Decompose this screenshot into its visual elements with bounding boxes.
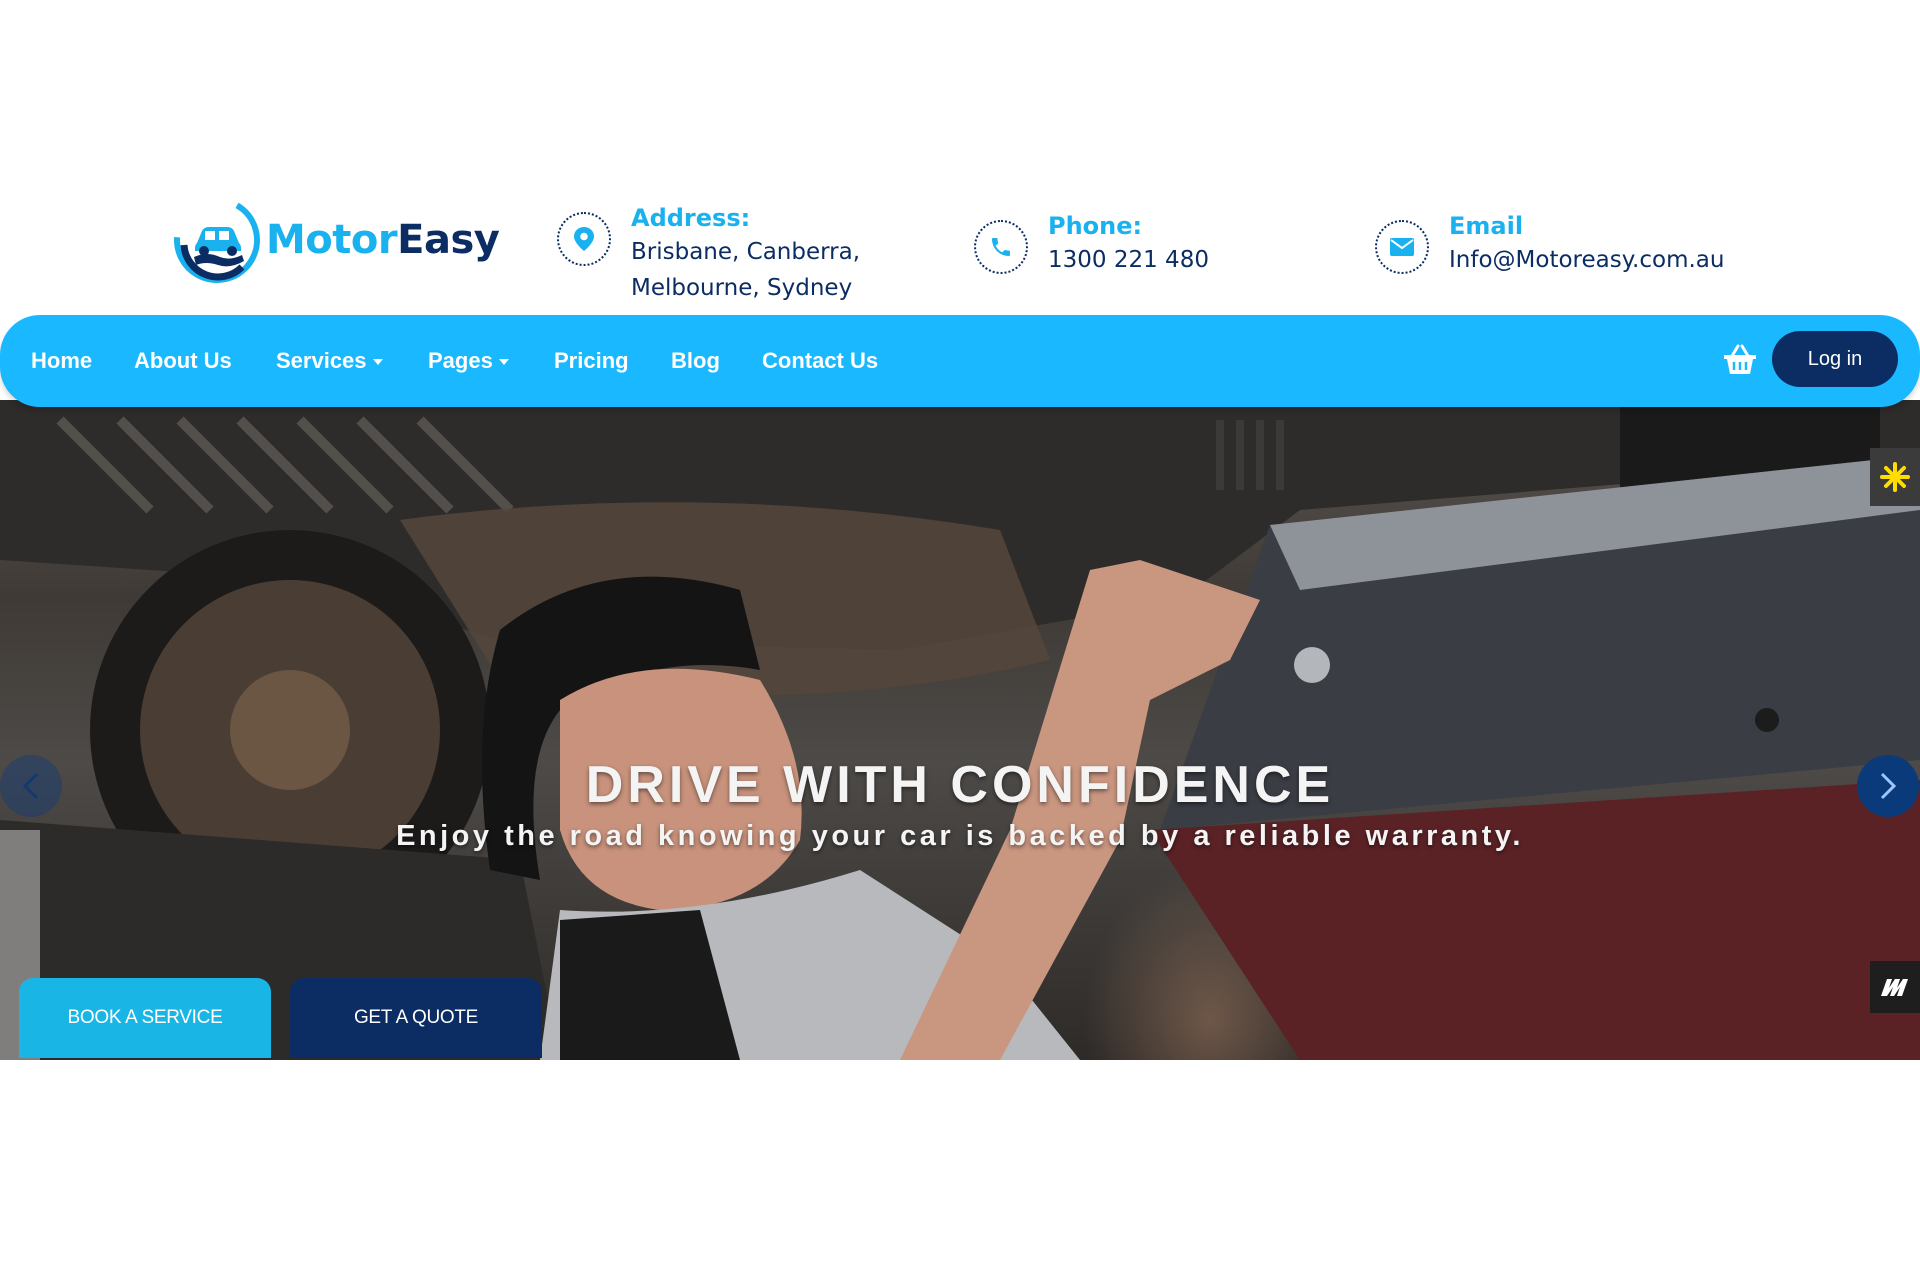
address-title: Address:: [631, 204, 751, 232]
envelope-icon: [1390, 238, 1414, 256]
address-line-2: Melbourne, Sydney: [631, 275, 853, 301]
email-icon-ring: [1375, 220, 1429, 274]
mechanic-under-car-image: [0, 400, 1920, 1060]
chevron-left-icon: [22, 772, 39, 800]
asterisk-icon: [1880, 462, 1910, 492]
carousel-prev-button[interactable]: [0, 755, 62, 817]
brand-name-part1: Motor: [266, 217, 398, 263]
nav-about-us[interactable]: About Us: [134, 315, 232, 407]
hero-headline: DRIVE WITH CONFIDENCE: [585, 756, 1335, 814]
brand-name: MotorEasy: [266, 217, 500, 263]
nav-pages-label: Pages: [428, 348, 493, 373]
chevron-right-icon: [1880, 772, 1897, 800]
main-navbar: Home About Us Services Pages Pricing Blo…: [0, 315, 1920, 407]
accessibility-widget-button[interactable]: [1870, 448, 1920, 506]
chat-widget-button[interactable]: [1870, 961, 1920, 1013]
car-logo-icon: [174, 197, 260, 283]
hero-banner: DRIVE WITH CONFIDENCE Enjoy the road kno…: [0, 400, 1920, 1060]
nav-contact-us[interactable]: Contact Us: [762, 315, 878, 407]
phone-info: Phone: 1300 221 480: [974, 210, 1209, 278]
caret-down-icon: [372, 359, 383, 366]
caret-down-icon: [498, 359, 509, 366]
nav-blog[interactable]: Blog: [671, 315, 720, 407]
phone-icon-ring: [974, 220, 1028, 274]
email-info: Email Info@Motoreasy.com.au: [1375, 210, 1724, 278]
address-icon-ring: [557, 212, 611, 266]
address-info: Address: Brisbane, Canberra, Melbourne, …: [557, 202, 860, 306]
phone-title: Phone:: [1048, 212, 1143, 240]
top-header: MotorEasy Address: Brisbane, Canberra, M…: [0, 180, 1920, 315]
book-service-button[interactable]: BOOK A SERVICE: [19, 978, 271, 1058]
login-button[interactable]: Log in: [1772, 331, 1898, 387]
address-line-1: Brisbane, Canberra,: [631, 239, 861, 265]
nav-pages[interactable]: Pages: [428, 315, 509, 407]
nav-services-label: Services: [276, 348, 367, 373]
nav-home[interactable]: Home: [31, 315, 92, 407]
nav-pricing[interactable]: Pricing: [554, 315, 629, 407]
phone-number[interactable]: 1300 221 480: [1048, 242, 1209, 278]
phone-icon: [992, 238, 1010, 256]
get-quote-button[interactable]: GET A QUOTE: [290, 978, 542, 1058]
carousel-next-button[interactable]: [1857, 755, 1919, 817]
email-address[interactable]: Info@Motoreasy.com.au: [1449, 242, 1724, 278]
map-pin-icon: [574, 227, 594, 251]
m-logo-icon: [1881, 979, 1908, 996]
shopping-basket-icon[interactable]: [1722, 342, 1758, 378]
brand-name-part2: Easy: [397, 217, 500, 263]
email-title: Email: [1449, 212, 1524, 240]
hero-subheadline: Enjoy the road knowing your car is backe…: [396, 820, 1524, 852]
nav-services[interactable]: Services: [276, 315, 383, 407]
brand-logo[interactable]: MotorEasy: [172, 195, 500, 285]
